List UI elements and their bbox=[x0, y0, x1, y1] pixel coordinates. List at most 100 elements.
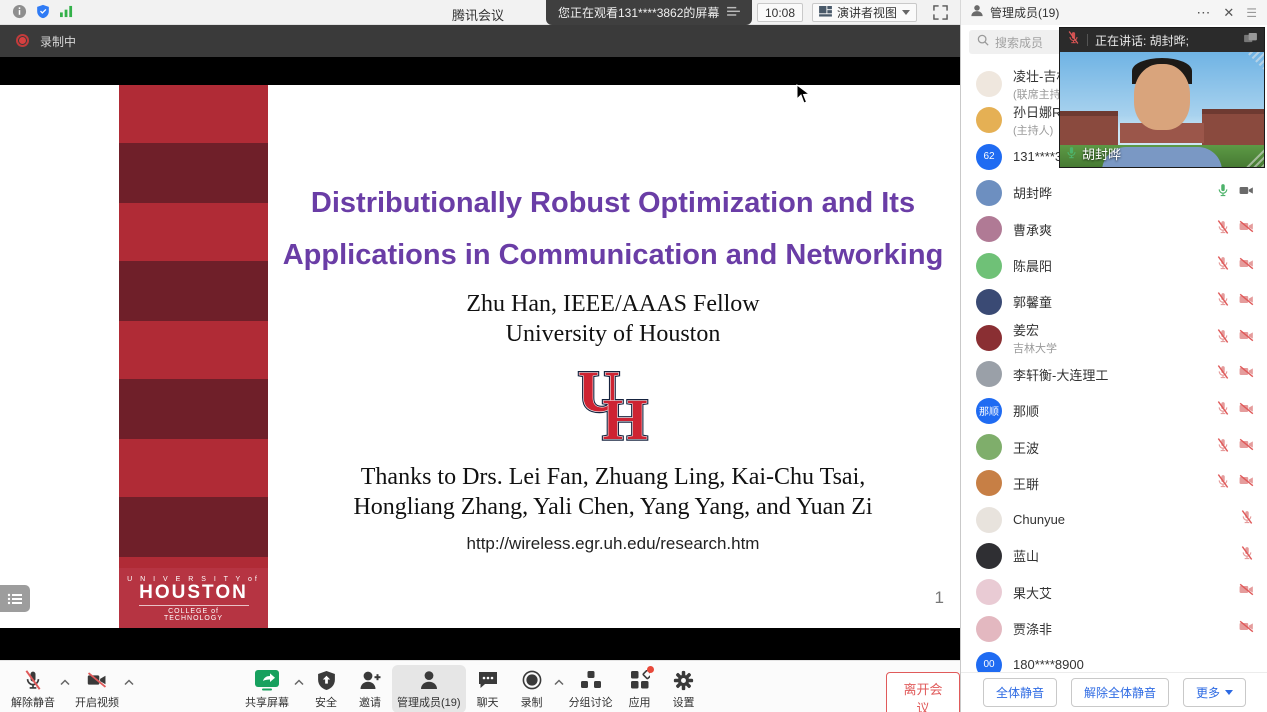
toolbar-label: 设置 bbox=[673, 694, 695, 710]
camera-off-icon[interactable] bbox=[1239, 583, 1254, 601]
camera-off-icon[interactable] bbox=[1239, 329, 1254, 347]
avatar bbox=[976, 289, 1002, 315]
member-name: 蓝山 bbox=[1013, 546, 1240, 565]
camera-off-icon[interactable] bbox=[1239, 365, 1254, 383]
members-icon bbox=[419, 668, 439, 692]
panel-handle-icon[interactable]: ☰ bbox=[1246, 6, 1257, 20]
toolbar-settings[interactable]: 设置 bbox=[662, 665, 706, 712]
member-row[interactable]: 曹承爽 bbox=[961, 211, 1267, 247]
muted-mic-icon[interactable] bbox=[1240, 510, 1254, 529]
member-row[interactable]: 李轩衡-大连理工 bbox=[961, 356, 1267, 392]
member-row[interactable]: 王聠 bbox=[961, 465, 1267, 501]
svg-text:H: H bbox=[602, 387, 647, 451]
camera-off-icon[interactable] bbox=[1239, 620, 1254, 638]
member-row[interactable]: 00180****8900 bbox=[961, 647, 1267, 672]
chevron-up-icon[interactable] bbox=[124, 673, 134, 691]
member-row[interactable]: 胡封晔 bbox=[961, 175, 1267, 211]
member-row[interactable]: 陈晨阳 bbox=[961, 248, 1267, 284]
member-name: 陈晨阳 bbox=[1013, 256, 1216, 275]
chevron-up-icon[interactable] bbox=[60, 673, 70, 691]
invite-icon bbox=[359, 668, 381, 692]
slide-stripe-banner bbox=[119, 85, 268, 568]
chevron-down-icon bbox=[902, 10, 910, 15]
view-mode-selector[interactable]: 演讲者视图 bbox=[812, 3, 917, 22]
chevron-up-icon[interactable] bbox=[554, 673, 564, 691]
members-panel-header: 管理成员(19) ⋯ ✕ ☰ bbox=[960, 0, 1267, 25]
muted-mic-icon[interactable] bbox=[1216, 220, 1230, 239]
mute-all-button[interactable]: 全体静音 bbox=[983, 678, 1057, 707]
muted-mic-icon[interactable] bbox=[1216, 474, 1230, 493]
member-icon bbox=[970, 4, 984, 22]
muted-mic-icon[interactable] bbox=[1216, 256, 1230, 275]
toolbar-camera[interactable]: 开启视频 bbox=[70, 665, 124, 712]
member-row[interactable]: 姜宏吉林大学 bbox=[961, 320, 1267, 356]
toolbar-apps[interactable]: 应用 bbox=[618, 665, 662, 712]
member-row[interactable]: 果大艾 bbox=[961, 574, 1267, 610]
active-mic-icon[interactable] bbox=[1216, 183, 1230, 202]
member-row[interactable]: 王波 bbox=[961, 429, 1267, 465]
more-button[interactable]: 更多 bbox=[1183, 678, 1246, 707]
toolbar-record[interactable]: 录制 bbox=[510, 665, 554, 712]
member-name: 王波 bbox=[1013, 438, 1216, 457]
record-icon bbox=[522, 668, 542, 692]
muted-mic-icon[interactable] bbox=[1216, 292, 1230, 311]
toolbar-label: 分组讨论 bbox=[569, 694, 613, 710]
muted-mic-icon[interactable] bbox=[1216, 401, 1230, 420]
more-options-icon[interactable]: ⋯ bbox=[1196, 4, 1211, 21]
member-name: 胡封晔 bbox=[1013, 183, 1216, 202]
banner-menu-icon[interactable] bbox=[727, 6, 740, 20]
muted-mic-icon[interactable] bbox=[1216, 438, 1230, 457]
camera-on-icon[interactable] bbox=[1239, 184, 1254, 202]
camera-off-icon[interactable] bbox=[1239, 402, 1254, 420]
toolbar-share[interactable]: 共享屏幕 bbox=[240, 665, 294, 712]
toolbar-members[interactable]: 管理成员(19) bbox=[392, 665, 466, 712]
watching-banner: 您正在观看131****3862的屏幕 bbox=[546, 0, 752, 25]
avatar bbox=[976, 361, 1002, 387]
muted-mic-icon[interactable] bbox=[1216, 365, 1230, 384]
notification-badge bbox=[647, 666, 654, 673]
member-row[interactable]: 那顺那顺 bbox=[961, 393, 1267, 429]
avatar: 00 bbox=[976, 652, 1002, 672]
close-icon[interactable]: ✕ bbox=[1223, 5, 1234, 21]
speaker-view-icon bbox=[819, 6, 832, 20]
member-row[interactable]: Chunyue bbox=[961, 502, 1267, 538]
muted-mic-icon bbox=[1067, 31, 1080, 49]
member-row[interactable]: 贾涤非 bbox=[961, 611, 1267, 647]
muted-mic-icon[interactable] bbox=[1216, 329, 1230, 348]
leave-meeting-button[interactable]: 离开会议 bbox=[886, 672, 960, 712]
avatar bbox=[976, 253, 1002, 279]
avatar bbox=[976, 470, 1002, 496]
camera-off-icon[interactable] bbox=[1239, 293, 1254, 311]
camera-off-icon[interactable] bbox=[1239, 474, 1254, 492]
avatar bbox=[976, 71, 1002, 97]
toolbar-invite[interactable]: 邀请 bbox=[348, 665, 392, 712]
member-row[interactable]: 郭馨童 bbox=[961, 284, 1267, 320]
camera-off-icon[interactable] bbox=[1239, 438, 1254, 456]
speaker-video-overlay[interactable]: 正在讲话: 胡封晔; 胡封晔 bbox=[1060, 28, 1264, 167]
search-icon bbox=[977, 33, 989, 51]
chevron-up-icon[interactable] bbox=[294, 673, 304, 691]
thumbnail-panel-toggle[interactable] bbox=[0, 585, 30, 612]
avatar bbox=[976, 579, 1002, 605]
recording-label: 录制中 bbox=[40, 33, 76, 50]
uh-logo: U H U H bbox=[270, 359, 956, 456]
toolbar-chat[interactable]: 聊天 bbox=[466, 665, 510, 712]
speaker-video[interactable]: 胡封晔 bbox=[1060, 52, 1264, 167]
network-signal-icon[interactable] bbox=[59, 5, 74, 23]
shield-icon[interactable] bbox=[36, 4, 50, 24]
unmute-all-button[interactable]: 解除全体静音 bbox=[1071, 678, 1169, 707]
muted-mic-icon[interactable] bbox=[1240, 546, 1254, 565]
toolbar-mic[interactable]: 解除静音 bbox=[6, 665, 60, 712]
toolbar-breakout[interactable]: 分组讨论 bbox=[564, 665, 618, 712]
toolbar-security[interactable]: 安全 bbox=[304, 665, 348, 712]
slide-page-number: 1 bbox=[935, 588, 944, 608]
video-layout-icon[interactable] bbox=[1244, 31, 1257, 49]
meeting-toolbar: 解除静音开启视频 共享屏幕安全邀请管理成员(19) 聊天录制分组讨论应用设置 离开… bbox=[0, 660, 960, 712]
member-row[interactable]: 蓝山 bbox=[961, 538, 1267, 574]
toolbar-label: 聊天 bbox=[477, 694, 499, 710]
info-icon[interactable] bbox=[12, 4, 27, 24]
avatar bbox=[976, 507, 1002, 533]
camera-off-icon[interactable] bbox=[1239, 220, 1254, 238]
camera-off-icon[interactable] bbox=[1239, 257, 1254, 275]
fullscreen-icon[interactable] bbox=[933, 5, 948, 25]
